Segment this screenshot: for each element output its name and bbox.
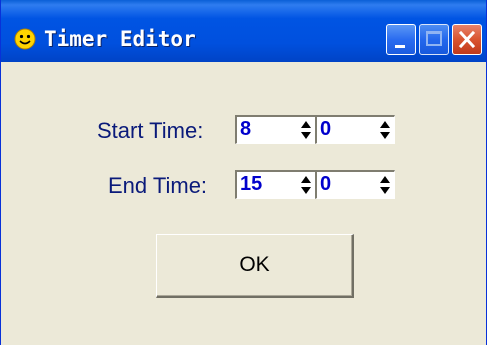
window-title: Timer Editor [44, 27, 196, 51]
end-time-label: End Time: [108, 173, 208, 198]
end-hour-spinner[interactable]: 15 [235, 170, 316, 199]
maximize-button [419, 24, 449, 55]
start-minute-value[interactable]: 0 [320, 117, 331, 141]
minimize-button[interactable] [386, 24, 416, 55]
end-minute-spinner[interactable]: 0 [315, 170, 395, 199]
spinner-arrows-icon[interactable] [378, 173, 392, 197]
spinner-arrows-icon[interactable] [378, 118, 392, 142]
minimize-icon [395, 45, 405, 48]
ok-button[interactable]: OK [156, 234, 354, 298]
spinner-arrows-icon[interactable] [299, 118, 313, 142]
close-button[interactable] [452, 24, 482, 55]
start-hour-value[interactable]: 8 [240, 117, 251, 141]
start-time-label: Start Time: [97, 118, 204, 143]
end-hour-value[interactable]: 15 [240, 172, 262, 196]
title-bar[interactable]: Timer Editor [1, 0, 486, 62]
start-hour-spinner[interactable]: 8 [235, 115, 316, 144]
start-minute-spinner[interactable]: 0 [315, 115, 395, 144]
spinner-arrows-icon[interactable] [299, 173, 313, 197]
close-icon [458, 30, 476, 49]
maximize-icon [426, 31, 442, 46]
smiley-icon [14, 28, 36, 50]
end-minute-value[interactable]: 0 [320, 172, 331, 196]
timer-editor-window: Timer Editor Start Time: 8 0 End Time: 1… [0, 0, 487, 345]
